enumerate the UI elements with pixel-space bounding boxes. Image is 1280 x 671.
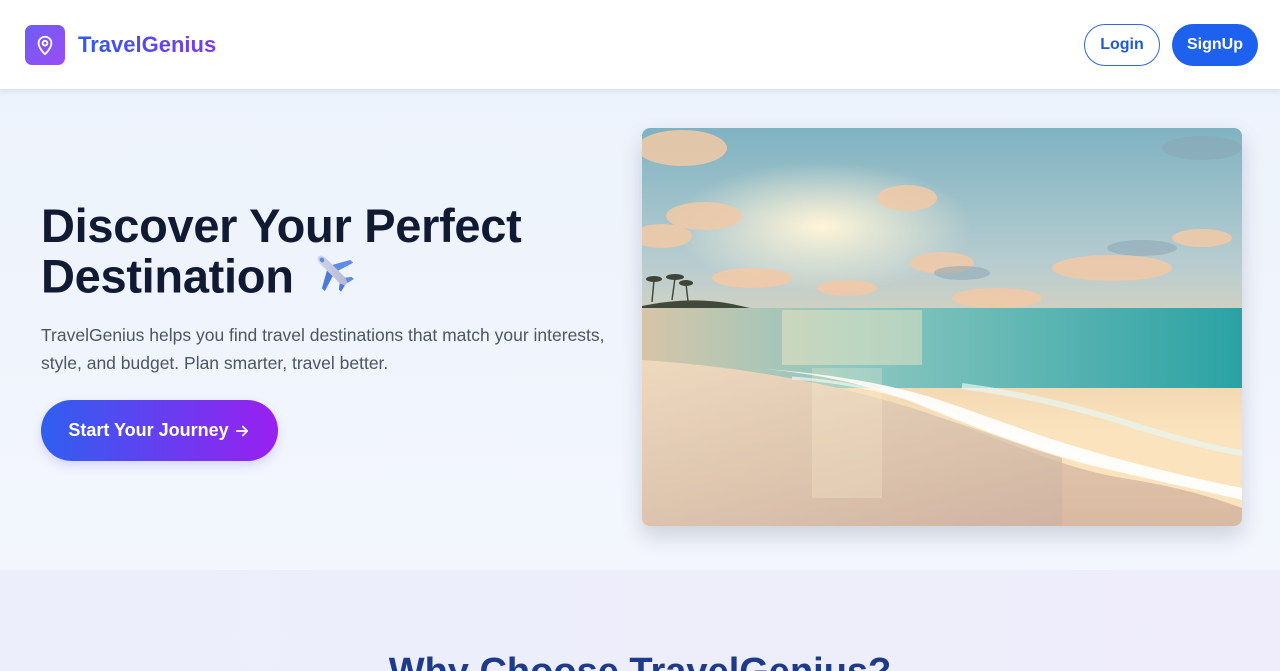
top-navbar: TravelGenius Login SignUp	[0, 0, 1280, 89]
hero-section: Discover Your Perfect Destination Travel…	[0, 89, 1280, 570]
logo[interactable]	[25, 24, 65, 65]
nav-actions: Login SignUp	[1084, 23, 1258, 66]
features-section: Why Choose TravelGenius?	[0, 570, 1280, 671]
login-button[interactable]: Login	[1084, 23, 1160, 66]
map-pin-icon	[37, 35, 53, 55]
features-title: Why Choose TravelGenius?	[0, 650, 1280, 671]
brand[interactable]: TravelGenius	[25, 24, 216, 65]
airplane-icon	[308, 246, 360, 306]
start-journey-button[interactable]: Start Your Journey	[41, 400, 278, 461]
start-journey-label: Start Your Journey	[68, 420, 229, 440]
hero-description: TravelGenius helps you find travel desti…	[41, 325, 605, 373]
brand-name[interactable]: TravelGenius	[78, 32, 216, 58]
signup-button[interactable]: SignUp	[1172, 23, 1258, 66]
beach-sunset-image	[642, 128, 1242, 526]
arrow-right-icon	[235, 425, 248, 436]
hero-title-text: Discover Your Perfect Destination	[41, 199, 522, 303]
hero-title: Discover Your Perfect Destination	[41, 201, 631, 310]
